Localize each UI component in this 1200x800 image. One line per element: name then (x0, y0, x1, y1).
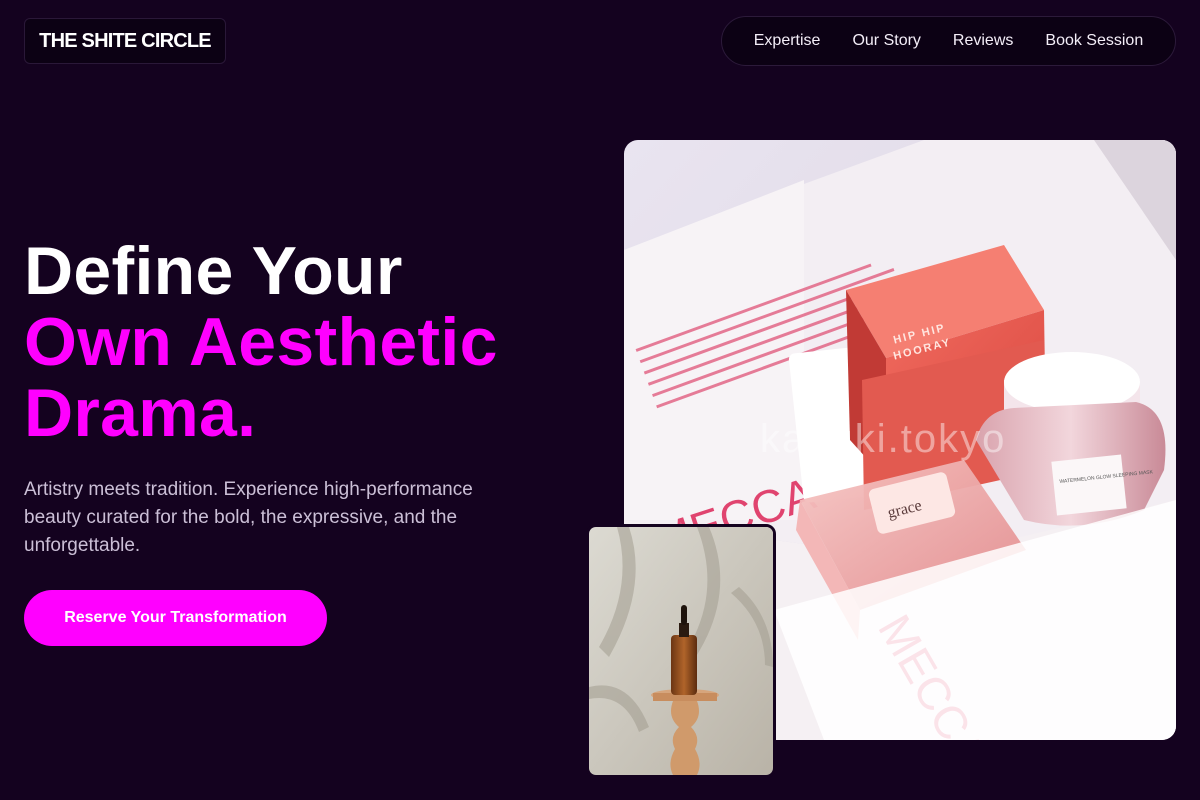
nav-link-book-session[interactable]: Book Session (1045, 32, 1143, 50)
nav-link-reviews[interactable]: Reviews (953, 32, 1013, 50)
photo-watermark: kabuki.tokyo (760, 417, 1006, 461)
hero-title: Define Your Own Aesthetic Drama. (24, 236, 604, 449)
serum-bottle-photo (586, 524, 776, 778)
hero-subtitle: Artistry meets tradition. Experience hig… (24, 479, 473, 556)
hero-title-line-2: Own Aesthetic Drama. (24, 304, 498, 451)
nav-link-expertise[interactable]: Expertise (754, 32, 821, 50)
reserve-transformation-button[interactable]: Reserve Your Transformation (24, 590, 327, 646)
main-nav: Expertise Our Story Reviews Book Session (721, 16, 1176, 66)
hero-title-line-1: Define Your (24, 233, 403, 309)
nav-link-our-story[interactable]: Our Story (852, 32, 920, 50)
brand-logo[interactable]: THE SHITE CIRCLE (24, 18, 226, 64)
